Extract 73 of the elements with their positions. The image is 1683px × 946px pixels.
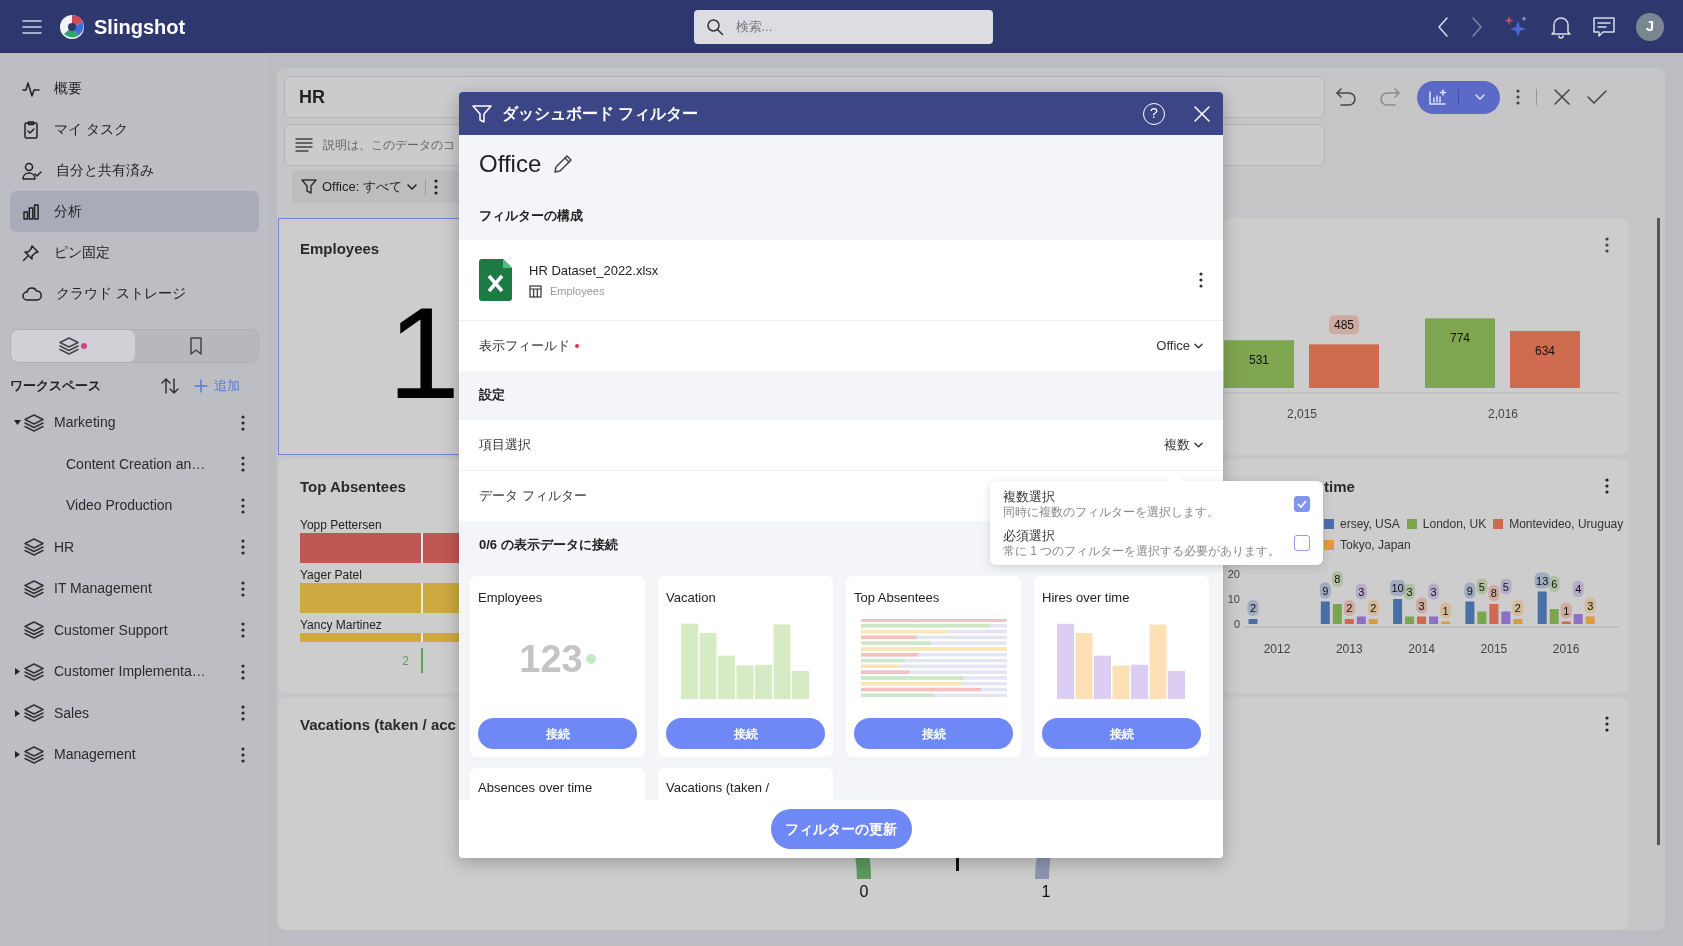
- value-label: 3: [1355, 583, 1367, 600]
- legend-label: Tokyo, Japan: [1340, 537, 1411, 553]
- value-label: 774: [1450, 331, 1470, 346]
- table-name: Employees: [550, 284, 605, 299]
- filter-name: Office: [479, 148, 542, 179]
- option-description: 同時に複数のフィルターを選択します。: [1003, 504, 1219, 519]
- value-label: 485: [1329, 315, 1359, 335]
- card-title: Top Absentees: [300, 477, 406, 497]
- value-label: 4: [1572, 581, 1584, 597]
- value-label: 10: [1390, 580, 1406, 596]
- visualization-title: Vacation: [666, 590, 717, 606]
- value-label: 3: [1404, 583, 1416, 600]
- value-label: 5: [1476, 578, 1488, 595]
- value-label: 2: [1512, 600, 1524, 616]
- value-label: 1: [1440, 602, 1452, 619]
- legend-label: London, UK: [1422, 516, 1487, 532]
- field-label: 表示フィールド: [479, 337, 570, 356]
- card-title: Vacations (taken / acc: [300, 715, 456, 735]
- axis-label: 2,015: [1287, 407, 1317, 421]
- row-label: Yopp Pettersen: [300, 518, 383, 533]
- value-label: 1: [1560, 602, 1572, 619]
- axis-label: 10: [1227, 593, 1240, 605]
- value-label: 2: [1343, 600, 1355, 616]
- value-label: 3: [1416, 597, 1428, 614]
- dialog-title: ダッシュボード フィルター: [502, 103, 700, 124]
- axis-label: 0: [1233, 618, 1240, 630]
- file-name: HR Dataset_2022.xlsx: [529, 261, 660, 280]
- value-label: 531: [1249, 353, 1269, 368]
- card-title: time: [1324, 477, 1355, 497]
- axis-label: 2016: [1552, 642, 1580, 656]
- legend-label: Montevideo, Uruguay: [1509, 516, 1624, 532]
- value-label: 8: [1331, 571, 1343, 587]
- axis-label: 2,016: [1488, 407, 1518, 421]
- value-label: 9: [1464, 582, 1476, 599]
- value-label: 2: [1367, 600, 1379, 616]
- visualization-title: Vacations (taken /: [666, 780, 771, 796]
- brand-name: Slingshot: [94, 14, 186, 40]
- card-title: Employees: [300, 239, 380, 259]
- axis-label: 2014: [1408, 642, 1435, 656]
- row-label: Yancy Martinez: [300, 618, 383, 633]
- value-label: 13: [1534, 572, 1550, 589]
- option-title: 必須選択: [1003, 527, 1056, 544]
- legend-label: ersey, USA: [1340, 516, 1400, 532]
- value-label: 2: [1247, 600, 1259, 616]
- section-heading: 0/6 の表示データに接続: [479, 536, 618, 555]
- kpi-value: 1: [386, 288, 460, 418]
- axis-label: 2013: [1335, 642, 1363, 656]
- value-label: 8: [1488, 585, 1500, 601]
- visualization-title: Absences over time: [478, 780, 594, 796]
- axis-label: 2015: [1480, 642, 1508, 656]
- visualization-title: Employees: [478, 590, 544, 606]
- value-label: 5: [1500, 578, 1512, 595]
- field-label: 項目選択: [479, 436, 531, 455]
- value-label: 9: [1319, 582, 1331, 599]
- axis-label: 2: [402, 652, 409, 670]
- visualization-title: Hires over time: [1042, 590, 1131, 606]
- axis-label: 20: [1227, 568, 1240, 580]
- section-heading: フィルターの構成: [479, 207, 583, 226]
- field-label: データ フィルター: [479, 487, 587, 506]
- value-label: 3: [1428, 583, 1440, 600]
- preview-number: 123: [519, 636, 583, 682]
- value-label: 634: [1535, 343, 1555, 358]
- section-title: ワークスペース: [10, 377, 102, 396]
- gauge-label: 1: [1041, 883, 1051, 900]
- visualization-title: Top Absentees: [854, 590, 941, 606]
- option-title: 複数選択: [1003, 488, 1056, 505]
- axis-label: 2012: [1263, 642, 1291, 656]
- option-description: 常に 1 つのフィルターを選択する必要があります。: [1003, 543, 1281, 558]
- value-label: 6: [1548, 576, 1560, 592]
- gauge-label: 0: [859, 883, 869, 900]
- value-label: 3: [1584, 597, 1596, 614]
- section-heading: 設定: [479, 386, 505, 405]
- row-label: Yager Patel: [300, 568, 363, 583]
